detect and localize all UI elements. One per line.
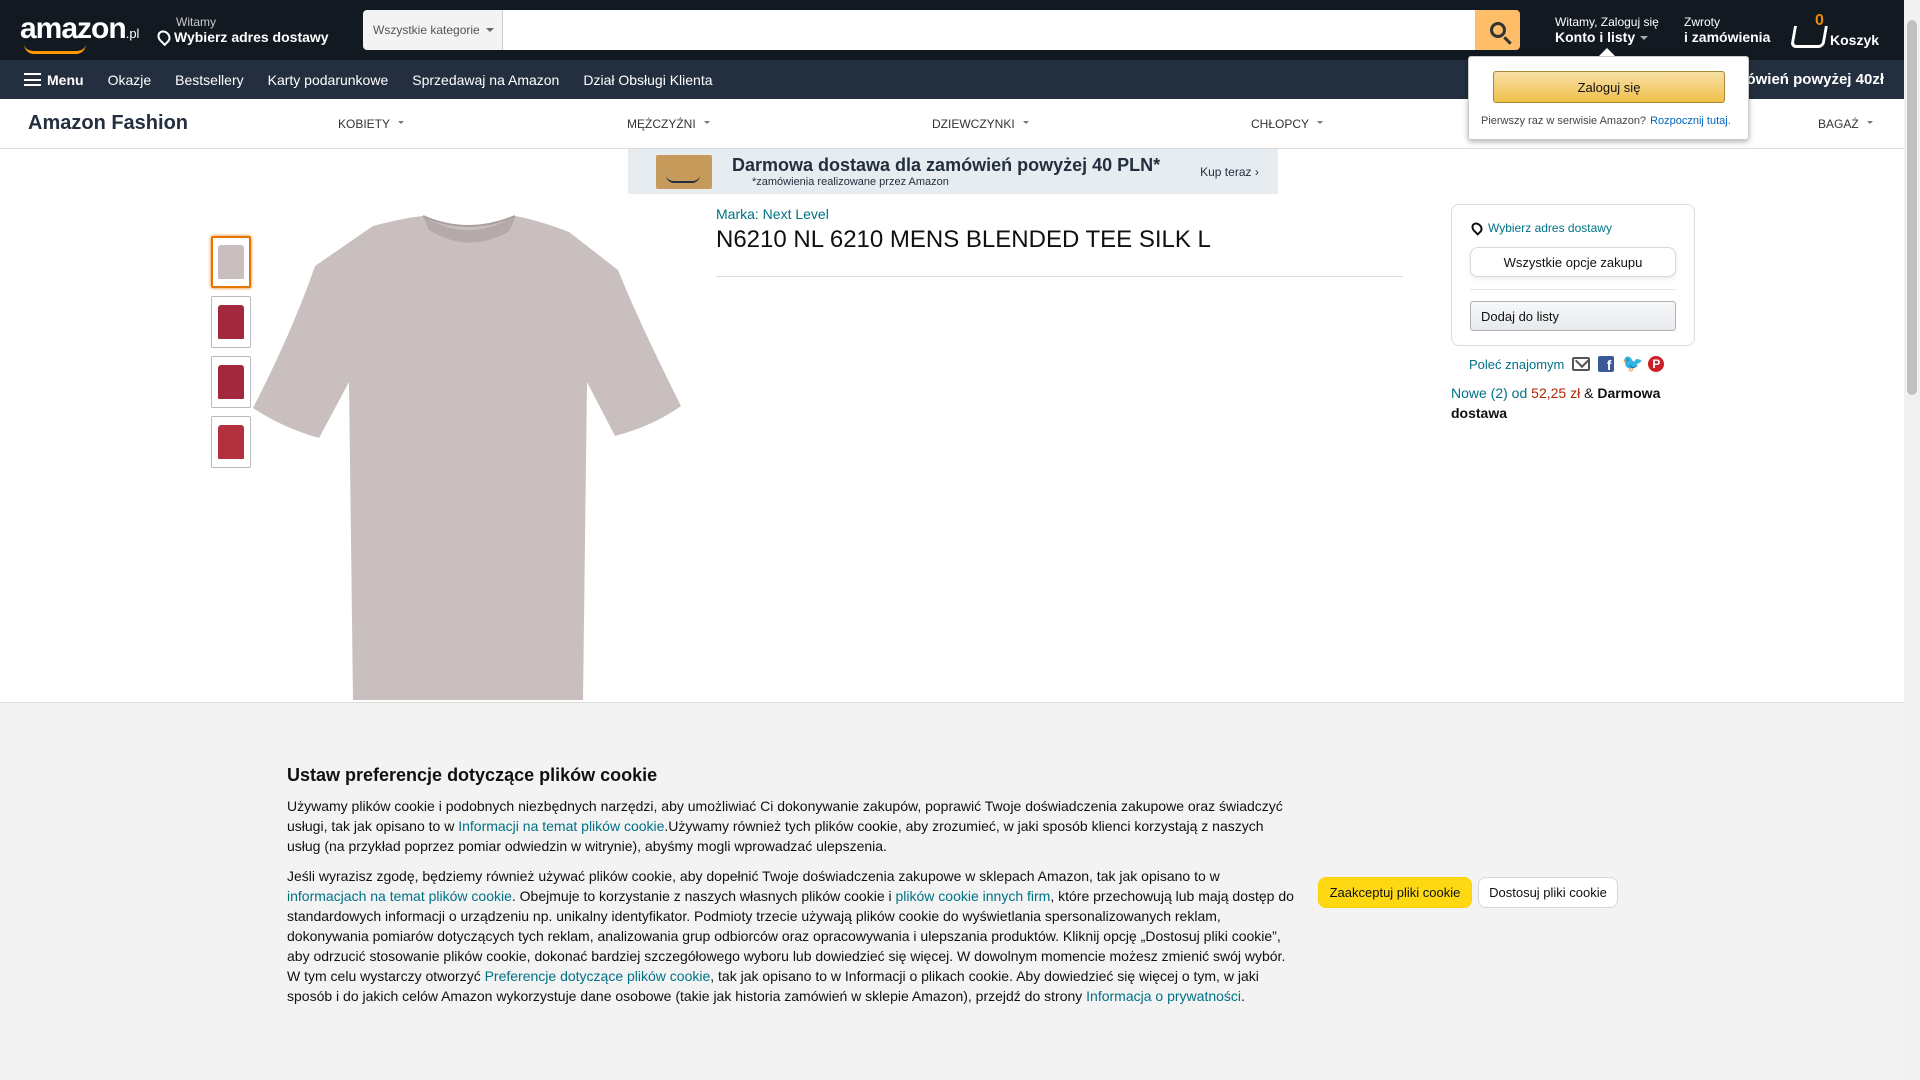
cookie-title: Ustaw preferencje dotyczące plików cooki… <box>287 765 658 785</box>
banner-subtitle: *zamówienia realizowane przez Amazon <box>752 176 949 188</box>
divider <box>1470 289 1676 290</box>
signin-button[interactable]: Zaloguj się <box>1493 71 1725 103</box>
buybox-deliver-label: Wybierz adres dostawy <box>1488 221 1612 235</box>
product-main-image[interactable] <box>253 210 683 700</box>
nav-item-sprzedawaj[interactable]: Sprzedawaj na Amazon <box>412 72 559 88</box>
cookie-consent-banner: Ustaw preferencje dotyczące plików cooki… <box>0 702 1904 1080</box>
menu-label: Menu <box>47 71 84 88</box>
deliver-to-location[interactable]: Witamy Wybierz adres dostawy <box>154 15 329 47</box>
menu-button[interactable]: Menu <box>24 72 84 88</box>
thumbnail-2[interactable] <box>211 296 251 348</box>
cookie-text: Jeśli wyrazisz zgodę, będziemy również u… <box>287 868 1220 884</box>
smile-icon <box>24 44 86 54</box>
twitter-icon[interactable]: 🐦 <box>1622 355 1643 372</box>
brand-link[interactable]: Marka: Next Level <box>716 206 829 222</box>
all-buying-options-button[interactable]: Wszystkie opcje zakupu <box>1470 247 1676 277</box>
logo-text: amazon <box>20 12 127 45</box>
nav-item-bestsellery[interactable]: Bestsellery <box>175 72 243 88</box>
search-button[interactable] <box>1475 10 1520 50</box>
returns-small-label: Zwroty <box>1684 15 1720 29</box>
returns-big-label: i zamówienia <box>1684 29 1771 45</box>
offer-amp: & <box>1584 385 1594 401</box>
third-party-cookies-link[interactable]: plików cookie innych firm <box>896 888 1051 904</box>
share-link[interactable]: Poleć znajomym <box>1469 357 1564 372</box>
new-customer-label: Pierwszy raz w serwisie Amazon? <box>1481 115 1647 127</box>
pinterest-icon[interactable]: P <box>1648 356 1665 372</box>
amazon-logo[interactable]: amazon.pl <box>20 12 140 54</box>
add-to-list-button[interactable]: Dodaj do listy <box>1470 301 1676 331</box>
search-icon <box>1489 22 1506 38</box>
deliver-big-label: Wybierz adres dostawy <box>174 29 329 45</box>
fashion-nav-mezczyzni[interactable]: MĘŻCZYŹNI <box>627 117 710 131</box>
start-here-link[interactable]: Rozpocznij tutaj. <box>1650 115 1731 127</box>
fashion-nav-chlopcy[interactable]: CHŁOPCY <box>1251 117 1323 131</box>
facebook-icon[interactable]: f <box>1598 356 1615 373</box>
free-delivery-banner[interactable]: Darmowa dostawa dla zamówień powyżej 40 … <box>628 149 1278 194</box>
banner-cta[interactable]: Kup teraz › <box>1200 165 1259 179</box>
deliver-small-label: Witamy <box>176 15 216 29</box>
thumbnail-image <box>218 425 244 459</box>
fashion-nav-dziewczynki[interactable]: DZIEWCZYNKI <box>932 117 1029 131</box>
search-input[interactable] <box>503 10 1475 50</box>
share-row: Poleć znajomym f 🐦 P <box>1469 355 1665 373</box>
scrollbar-thumb[interactable] <box>1907 20 1917 395</box>
buy-box: Wybierz adres dostawy Wszystkie opcje za… <box>1451 204 1695 346</box>
cookie-paragraph-2: Jeśli wyrazisz zgodę, będziemy również u… <box>287 866 1297 1006</box>
divider <box>716 276 1403 277</box>
thumbnail-1[interactable] <box>211 236 251 288</box>
search-category-select[interactable]: Wszystkie kategorie <box>363 10 503 50</box>
thumbnail-image <box>218 245 244 279</box>
nav-item-karty-podarunkowe[interactable]: Karty podarunkowe <box>268 72 389 88</box>
cart-label: Koszyk <box>1830 32 1880 48</box>
cookie-text: . <box>1241 988 1245 1004</box>
customize-cookies-button[interactable]: Dostosuj pliki cookie <box>1478 877 1618 908</box>
search-bar: Wszystkie kategorie <box>363 10 1520 50</box>
cookie-info-link-2[interactable]: informacjach na temat plików cookie <box>287 888 512 904</box>
logo-tld: .pl <box>125 26 140 41</box>
amazon-box-icon <box>656 154 712 189</box>
amazon-fashion-logo[interactable]: Amazon Fashion <box>28 112 188 135</box>
account-and-lists[interactable]: Witamy, Zaloguj się Konto i listy <box>1555 15 1659 45</box>
location-pin-icon <box>154 27 174 47</box>
fashion-nav-kobiety[interactable]: KOBIETY <box>338 117 404 131</box>
account-signin-popup: Zaloguj się Pierwszy raz w serwisie Amaz… <box>1468 48 1749 140</box>
hamburger-icon <box>24 73 41 86</box>
nav-item-okazje[interactable]: Okazje <box>108 72 152 88</box>
fashion-nav-bagaz[interactable]: BAGAŻ <box>1818 117 1873 131</box>
offers-summary: Nowe (2) od 52,25 zł & Darmowa dostawa <box>1451 383 1691 423</box>
location-pin-icon <box>1469 220 1485 236</box>
cookie-preferences-link[interactable]: Preferencje dotyczące plików cookie <box>485 968 711 984</box>
thumbnail-image <box>218 365 244 399</box>
new-customer-text: Pierwszy raz w serwisie Amazon? Rozpoczni… <box>1481 115 1731 127</box>
thumbnail-4[interactable] <box>211 416 251 468</box>
cookie-text: . Obejmuje to korzystanie z naszych włas… <box>511 888 896 904</box>
thumbnail-3[interactable] <box>211 356 251 408</box>
privacy-notice-link[interactable]: Informacja o prywatności <box>1086 988 1241 1004</box>
nav-item-obsluga-klienta[interactable]: Dział Obsługi Klienta <box>583 72 712 88</box>
cart-button[interactable]: 0 Koszyk <box>1790 12 1880 48</box>
new-offers-link[interactable]: Nowe (2) od <box>1451 385 1527 401</box>
account-big-label: Konto i listy <box>1555 29 1659 45</box>
product-title: N6210 NL 6210 MENS BLENDED TEE SILK L <box>716 226 1211 253</box>
cookie-info-link[interactable]: Informacji na temat plików cookie <box>458 818 664 834</box>
cookie-paragraph-1: Używamy plików cookie i podobnych niezbę… <box>287 796 1297 856</box>
accept-cookies-button[interactable]: Zaakceptuj pliki cookie <box>1318 877 1472 908</box>
mail-icon[interactable] <box>1572 357 1591 371</box>
top-nav-bar: amazon.pl Witamy Wybierz adres dostawy W… <box>0 0 1904 60</box>
buybox-deliver-link[interactable]: Wybierz adres dostawy <box>1469 220 1612 236</box>
returns-and-orders[interactable]: Zwroty i zamówienia <box>1684 15 1770 45</box>
offer-price[interactable]: 52,25 zł <box>1531 385 1580 401</box>
account-small-label: Witamy, Zaloguj się <box>1555 15 1659 29</box>
cart-icon <box>1790 26 1828 48</box>
banner-title: Darmowa dostawa dla zamówień powyżej 40 … <box>732 155 1161 175</box>
thumbnail-image <box>218 305 244 339</box>
